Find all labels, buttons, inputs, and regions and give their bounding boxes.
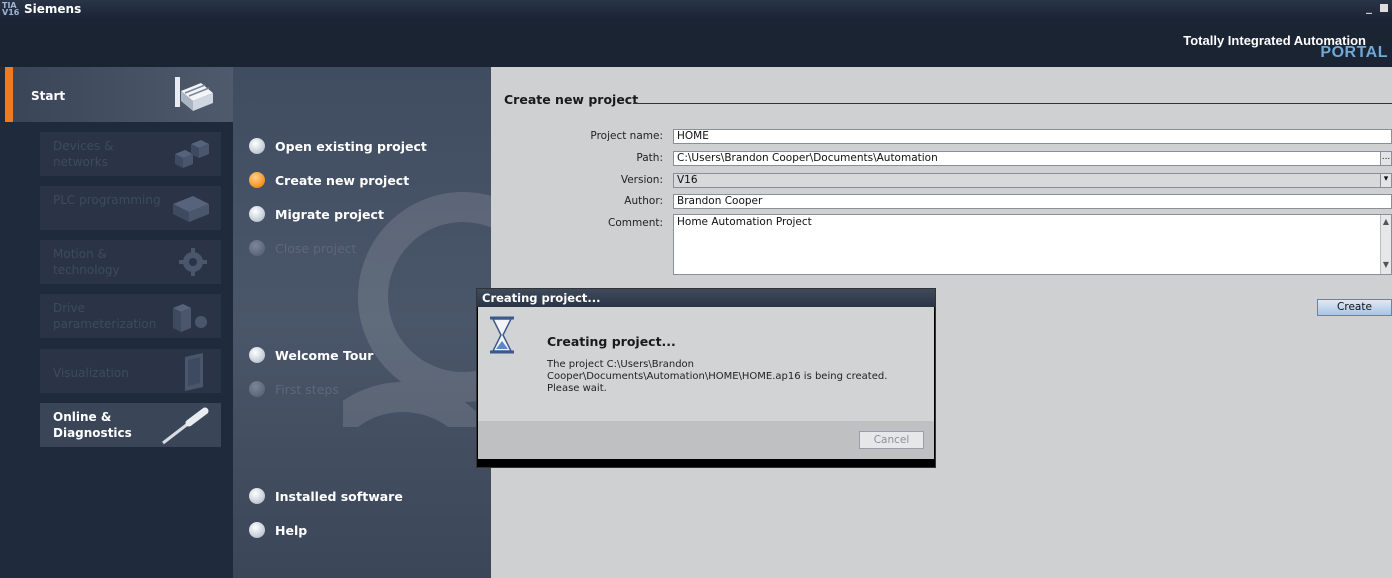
creating-project-dialog: Creating project... Creating project... … (476, 288, 936, 468)
path-label: Path: (636, 152, 663, 164)
project-name-label: Project name: (590, 130, 663, 142)
minimize-button[interactable]: _ (1366, 0, 1372, 14)
start-menu-panel: Open existing project Create new project… (233, 67, 491, 578)
comment-scrollbar[interactable]: ▲ ▼ (1380, 215, 1391, 274)
comment-label: Comment: (608, 217, 663, 229)
network-icon (169, 136, 213, 176)
menu-migrate-project[interactable]: Migrate project (249, 204, 384, 224)
menu-bullet-icon (249, 488, 265, 504)
hmi-panel-icon (169, 353, 213, 395)
section-title: Create new project (504, 92, 639, 107)
portal-sidebar: Start Devices & networks PLC programming… (0, 67, 233, 578)
comment-textarea[interactable]: Home Automation Project ▲ ▼ (673, 214, 1392, 275)
menu-installed-software[interactable]: Installed software (249, 486, 403, 506)
sidebar-item-label: Drive parameterization (53, 301, 157, 331)
gear-icon (169, 244, 213, 284)
menu-bullet-icon (249, 206, 265, 222)
menu-bullet-icon (249, 240, 265, 256)
menu-create-new-project[interactable]: Create new project (249, 170, 409, 190)
tia-logo-icon: TIA V16 (2, 1, 20, 17)
sidebar-item-label: Motion & technology (53, 247, 120, 277)
scroll-down-icon[interactable]: ▼ (1381, 260, 1391, 272)
menu-bullet-icon (249, 522, 265, 538)
start-label: Start (31, 89, 66, 103)
dialog-heading: Creating project... (547, 334, 676, 349)
sidebar-item-online-diagnostics[interactable]: Online & Diagnostics (40, 403, 221, 447)
screwdriver-icon (159, 407, 213, 451)
title-bar: TIA V16 Siemens _ (0, 0, 1392, 19)
menu-help[interactable]: Help (249, 520, 307, 540)
menu-first-steps: First steps (249, 379, 339, 399)
sidebar-item-label: Devices & networks (53, 139, 114, 169)
menu-welcome-tour[interactable]: Welcome Tour (249, 345, 373, 365)
dialog-footer: Cancel (478, 421, 934, 459)
menu-bullet-icon (249, 347, 265, 363)
cancel-button[interactable]: Cancel (859, 431, 924, 449)
version-select[interactable]: V16 ▾ (673, 173, 1392, 188)
sidebar-item-drive-parameterization[interactable]: Drive parameterization (40, 294, 221, 338)
project-name-field[interactable]: HOME (673, 129, 1392, 144)
sidebar-item-label: PLC programming (53, 193, 161, 207)
sidebar-item-label: Visualization (53, 366, 129, 380)
create-button[interactable]: Create (1317, 299, 1392, 316)
menu-bullet-icon (249, 138, 265, 154)
menu-close-project: Close project (249, 238, 356, 258)
section-divider (633, 103, 1392, 104)
menu-bullet-icon (249, 172, 265, 188)
dialog-body: Creating project... The project C:\Users… (478, 307, 934, 421)
path-field[interactable]: C:\Users\Brandon Cooper\Documents\Automa… (673, 151, 1392, 166)
scroll-up-icon[interactable]: ▲ (1381, 217, 1391, 229)
menu-bullet-icon (249, 381, 265, 397)
sidebar-item-plc-programming[interactable]: PLC programming (40, 186, 221, 230)
drive-icon (169, 298, 213, 338)
start-portal-button[interactable]: Start (5, 67, 233, 122)
dialog-title: Creating project... (477, 289, 935, 307)
browse-button[interactable]: ... (1380, 152, 1391, 165)
author-label: Author: (624, 195, 663, 207)
version-label: Version: (620, 174, 663, 186)
chevron-down-icon[interactable]: ▾ (1380, 174, 1391, 187)
hourglass-icon (487, 315, 517, 359)
sidebar-item-motion-technology[interactable]: Motion & technology (40, 240, 221, 284)
brand-portal: PORTAL (1320, 44, 1388, 61)
maximize-button[interactable] (1380, 4, 1388, 12)
author-field[interactable]: Brandon Cooper (673, 194, 1392, 209)
portal-header: Totally Integrated Automation PORTAL (0, 19, 1392, 67)
sidebar-item-visualization[interactable]: Visualization (40, 349, 221, 393)
app-title: Siemens (24, 2, 82, 16)
dialog-message: The project C:\Users\Brandon Cooper\Docu… (547, 359, 888, 394)
sidebar-item-devices-networks[interactable]: Devices & networks (40, 132, 221, 176)
sidebar-item-label: Online & Diagnostics (53, 410, 132, 440)
plc-icon (169, 190, 213, 230)
start-portal-icon (171, 75, 215, 119)
menu-open-existing-project[interactable]: Open existing project (249, 136, 427, 156)
